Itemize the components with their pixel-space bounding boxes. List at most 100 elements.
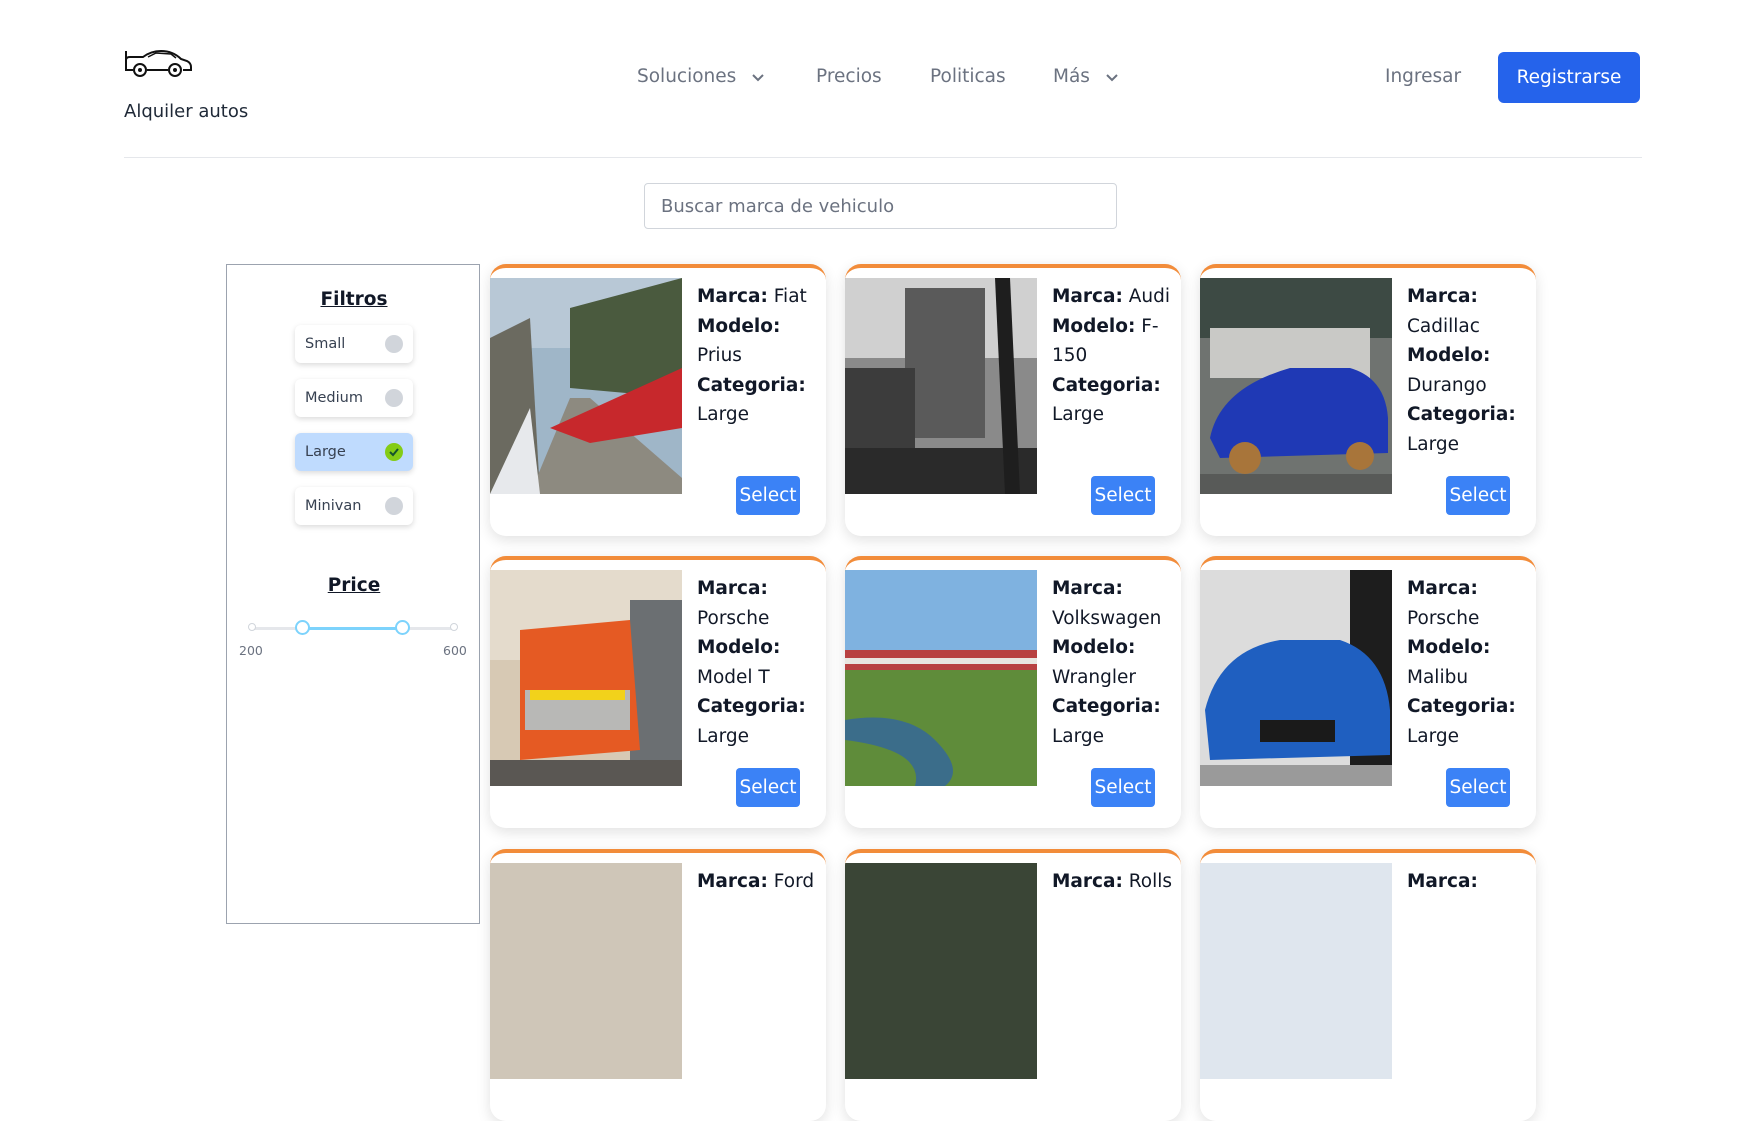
interior-photo: [490, 863, 682, 1079]
select-button[interactable]: Select: [1446, 768, 1510, 807]
brand-name: Alquiler autos: [124, 101, 249, 122]
select-button[interactable]: Select: [736, 768, 800, 807]
train-field-photo: [845, 570, 1037, 786]
marca-label: Marca:: [1407, 286, 1478, 307]
categoria-label: Categoria:: [1407, 404, 1516, 425]
vehicle-card: Marca: Fiat Modelo: Prius Categoria: Lar…: [490, 264, 826, 536]
filter-option-label: Minivan: [305, 498, 362, 514]
vehicle-info: Marca: Rolls: [1052, 867, 1177, 897]
vehicle-info: Marca: Porsche Modelo: Malibu Categoria:…: [1407, 574, 1532, 751]
marca-label: Marca:: [1052, 578, 1123, 599]
header-divider: [124, 157, 1642, 158]
modelo-value: Malibu: [1407, 666, 1469, 688]
orange-truck-photo: [490, 570, 682, 786]
marca-label: Marca:: [1407, 578, 1478, 599]
nav-politicas[interactable]: Politicas: [930, 66, 1006, 87]
select-button[interactable]: Select: [736, 476, 800, 515]
marca-value: Porsche: [1407, 607, 1480, 629]
slider-min-tick: [248, 623, 256, 631]
price-title: Price: [327, 575, 381, 596]
vehicle-info: Marca:: [1407, 867, 1532, 897]
login-link[interactable]: Ingresar: [1385, 66, 1461, 87]
filter-option-label: Large: [305, 444, 346, 460]
marca-label: Marca:: [1052, 871, 1123, 892]
marca-value: Cadillac: [1407, 315, 1480, 337]
vehicle-card: Marca: Volkswagen Modelo: Wrangler Categ…: [845, 556, 1181, 828]
radio-unchecked-icon: [385, 335, 403, 353]
filter-option-large[interactable]: Large: [295, 433, 413, 471]
marca-label: Marca:: [697, 286, 768, 307]
nav-mas[interactable]: Más: [1053, 66, 1122, 87]
modelo-value: Model T: [697, 666, 770, 688]
modelo-label: Modelo:: [697, 315, 781, 337]
blue-roadster-photo: [1200, 570, 1392, 786]
vehicle-info: Marca: Cadillac Modelo: Durango Categori…: [1407, 282, 1532, 459]
radio-unchecked-icon: [385, 389, 403, 407]
filter-option-label: Small: [305, 336, 346, 352]
categoria-label: Categoria:: [697, 374, 806, 396]
nav-precios[interactable]: Precios: [816, 66, 882, 87]
price-slider-range: [302, 627, 402, 630]
categoria-value: Large: [1052, 725, 1105, 747]
categoria-value: Large: [1407, 725, 1460, 747]
filters-panel: Filtros Small Medium Large Minivan Price…: [226, 264, 480, 924]
categoria-value: Large: [1052, 404, 1105, 425]
radio-unchecked-icon: [385, 497, 403, 515]
modelo-label: Modelo:: [697, 637, 781, 658]
select-button[interactable]: Select: [1446, 476, 1510, 515]
filter-option-label: Medium: [305, 390, 363, 406]
nav-precios-label: Precios: [816, 66, 882, 87]
nav-soluciones-label: Soluciones: [637, 66, 737, 87]
slider-max-tick: [450, 623, 458, 631]
vehicle-info: Marca: Audi Modelo: F-150 Categoria: Lar…: [1052, 282, 1177, 430]
check-icon: [385, 443, 403, 461]
modelo-label: Modelo:: [1052, 637, 1136, 658]
vehicle-card: Marca: Porsche Modelo: Model T Categoria…: [490, 556, 826, 828]
vehicle-card: Marca: Audi Modelo: F-150 Categoria: Lar…: [845, 264, 1181, 536]
marca-label: Marca:: [1052, 286, 1123, 307]
nav-politicas-label: Politicas: [930, 66, 1006, 87]
marca-label: Marca:: [697, 871, 768, 892]
marca-value: Audi: [1128, 286, 1171, 307]
select-button[interactable]: Select: [1091, 476, 1155, 515]
modelo-label: Modelo:: [1052, 315, 1136, 337]
filter-option-minivan[interactable]: Minivan: [295, 487, 413, 525]
marca-value: Porsche: [697, 607, 770, 629]
categoria-label: Categoria:: [1052, 374, 1161, 396]
filter-option-medium[interactable]: Medium: [295, 379, 413, 417]
categoria-value: Large: [697, 404, 750, 425]
marca-value: Volkswagen: [1052, 607, 1162, 629]
price-max-handle[interactable]: [395, 620, 410, 635]
vehicle-info: Marca: Fiat Modelo: Prius Categoria: Lar…: [697, 282, 822, 430]
vehicle-card: Marca: Cadillac Modelo: Durango Categori…: [1200, 264, 1536, 536]
chevron-down-icon: [1106, 73, 1118, 81]
building-photo: [1200, 863, 1392, 1079]
price-min-handle[interactable]: [295, 620, 310, 635]
marca-value: Fiat: [773, 286, 807, 307]
modelo-label: Modelo:: [1407, 637, 1491, 658]
marca-label: Marca:: [697, 578, 768, 599]
car-logo-icon[interactable]: [123, 46, 193, 78]
categoria-value: Large: [1407, 433, 1460, 455]
modelo-value: Wrangler: [1052, 666, 1136, 688]
select-button[interactable]: Select: [1091, 768, 1155, 807]
categoria-label: Categoria:: [1407, 696, 1516, 717]
price-min-label: 200: [239, 643, 263, 658]
bw-street-photo: [845, 278, 1037, 494]
marca-value: Ford: [773, 871, 815, 892]
filters-title: Filtros: [320, 289, 388, 310]
vehicle-card: Marca: Porsche Modelo: Malibu Categoria:…: [1200, 556, 1536, 828]
marca-value: Rolls: [1128, 871, 1173, 892]
blue-sports-car-photo: [1200, 278, 1392, 494]
nav-soluciones[interactable]: Soluciones: [637, 66, 768, 87]
categoria-label: Categoria:: [697, 696, 806, 717]
categoria-value: Large: [697, 725, 750, 747]
price-max-label: 600: [443, 643, 467, 658]
search-input[interactable]: [644, 183, 1117, 229]
filter-option-small[interactable]: Small: [295, 325, 413, 363]
modelo-value: Durango: [1407, 374, 1487, 396]
vehicle-info: Marca: Volkswagen Modelo: Wrangler Categ…: [1052, 574, 1177, 751]
signup-button[interactable]: Registrarse: [1498, 52, 1640, 103]
categoria-label: Categoria:: [1052, 696, 1161, 717]
modelo-label: Modelo:: [1407, 345, 1491, 366]
